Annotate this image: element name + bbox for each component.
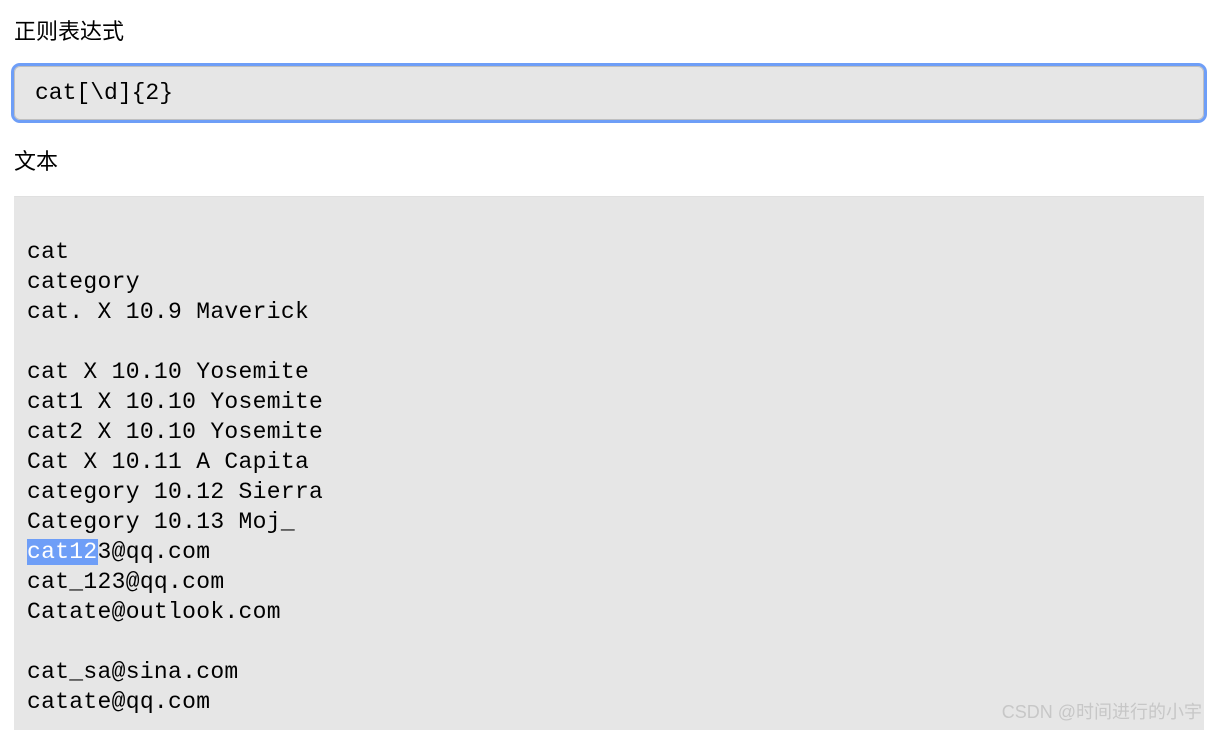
regex-label: 正则表达式 — [14, 14, 1204, 46]
regex-match: cat12 — [27, 539, 98, 565]
text-content-area[interactable]: cat category cat. X 10.9 Maverick cat X … — [14, 196, 1204, 730]
regex-input-wrapper — [14, 66, 1204, 120]
watermark: CSDN @时间进行的小宇 — [1002, 698, 1202, 724]
text-label: 文本 — [14, 144, 1204, 176]
regex-input[interactable] — [14, 66, 1204, 120]
